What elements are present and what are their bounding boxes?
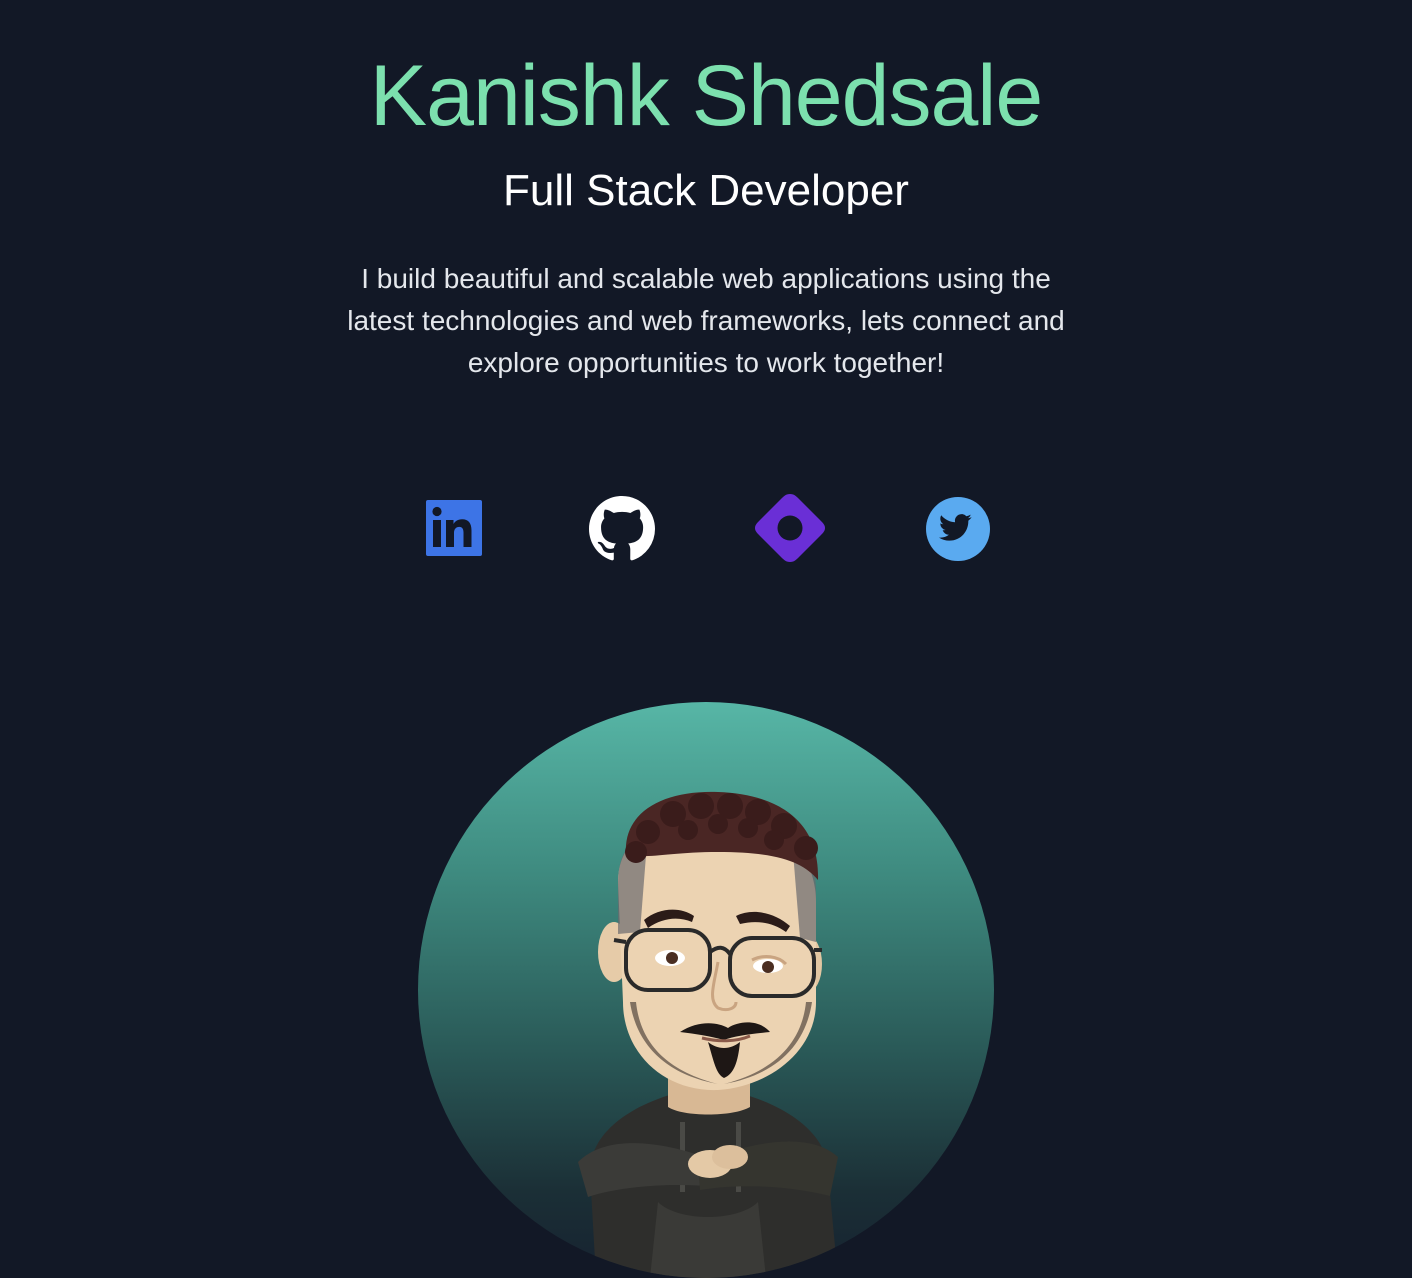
linkedin-icon xyxy=(426,500,482,556)
avatar xyxy=(418,702,994,1278)
bio-line: I build beautiful and scalable web appli… xyxy=(361,263,1051,294)
social-links xyxy=(0,492,1412,564)
memoji-avatar xyxy=(578,791,838,1278)
diamond-ring-icon xyxy=(755,494,825,562)
page-title: Kanishk Shedsale xyxy=(369,48,1043,144)
twitter-icon xyxy=(926,497,990,561)
website-link[interactable] xyxy=(752,492,828,564)
twitter-link[interactable] xyxy=(925,496,991,562)
bio-line: explore opportunities to work together! xyxy=(467,347,945,378)
bio-text: I build beautiful and scalable web appli… xyxy=(306,258,1106,384)
bio-line: latest technologies and web frameworks, … xyxy=(347,305,1065,336)
hero-section: Kanishk Shedsale Full Stack Developer I … xyxy=(0,0,1412,1278)
job-title: Full Stack Developer xyxy=(503,166,909,215)
github-icon xyxy=(589,496,655,561)
github-link[interactable] xyxy=(589,496,655,562)
linkedin-link[interactable] xyxy=(425,499,483,557)
